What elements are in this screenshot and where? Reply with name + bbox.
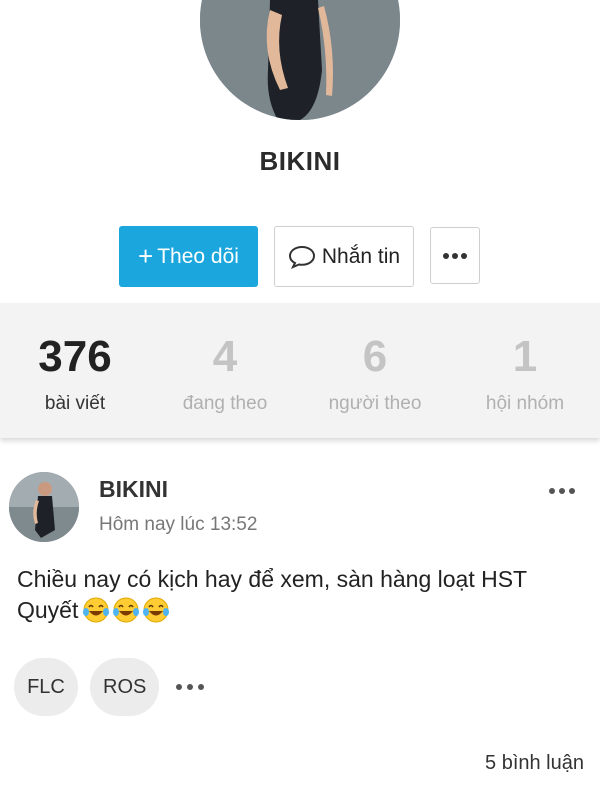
post-content: Chiều nay có kịch hay để xem, sàn hàng l… (17, 564, 577, 626)
profile-actions: + Theo dõi Nhắn tin (119, 226, 480, 287)
stat-label: đang theo (182, 393, 268, 414)
stat-groups[interactable]: 1 hội nhóm (450, 303, 600, 438)
more-dots-icon (443, 252, 467, 259)
message-label: Nhắn tin (321, 244, 401, 268)
avatar-photo (9, 472, 79, 542)
profile-photo (200, 0, 400, 120)
tag-chip[interactable]: FLC (14, 658, 78, 716)
follow-button[interactable]: + Theo dõi (119, 226, 258, 287)
stat-value: 4 (212, 332, 238, 381)
more-dots-icon (549, 488, 575, 494)
post-timestamp: Hôm nay lúc 13:52 (99, 514, 258, 535)
profile-name: BIKINI (259, 146, 341, 176)
laughing-tears-emojis (82, 596, 170, 624)
laughing-tears-emoji-icon (143, 597, 170, 623)
follow-label: Theo dõi (157, 244, 239, 268)
plus-icon: + (138, 241, 154, 271)
post-tags: FLC ROS (14, 658, 205, 716)
post-author-avatar[interactable] (9, 472, 79, 542)
profile-avatar[interactable] (200, 0, 400, 120)
more-dots-icon (176, 684, 205, 690)
stat-label: hội nhóm (485, 393, 565, 414)
stat-followers[interactable]: 6 người theo (300, 303, 450, 438)
stat-posts[interactable]: 376 bài viết (0, 303, 150, 438)
more-button[interactable] (430, 227, 480, 284)
stat-value: 1 (512, 332, 538, 381)
tags-more-button[interactable] (175, 678, 205, 696)
laughing-tears-emoji-icon (113, 597, 140, 623)
chat-bubble-icon (288, 245, 315, 269)
tag-chip[interactable]: ROS (90, 658, 160, 716)
message-button[interactable]: Nhắn tin (274, 226, 414, 287)
stat-following[interactable]: 4 đang theo (150, 303, 300, 438)
comments-link[interactable]: 5 bình luận (485, 752, 584, 775)
profile-stats: 376 bài viết 4 đang theo 6 người theo 1 … (0, 303, 600, 438)
stat-value: 376 (38, 332, 112, 381)
stat-label: người theo (328, 393, 422, 414)
post-menu-button[interactable] (548, 482, 576, 500)
stat-label: bài viết (44, 393, 106, 414)
laughing-tears-emoji-icon (83, 597, 110, 623)
post-card: BIKINI Hôm nay lúc 13:52 Chiều nay có kị… (0, 456, 600, 800)
stat-value: 6 (362, 332, 388, 381)
post-author-name[interactable]: BIKINI (99, 476, 168, 503)
